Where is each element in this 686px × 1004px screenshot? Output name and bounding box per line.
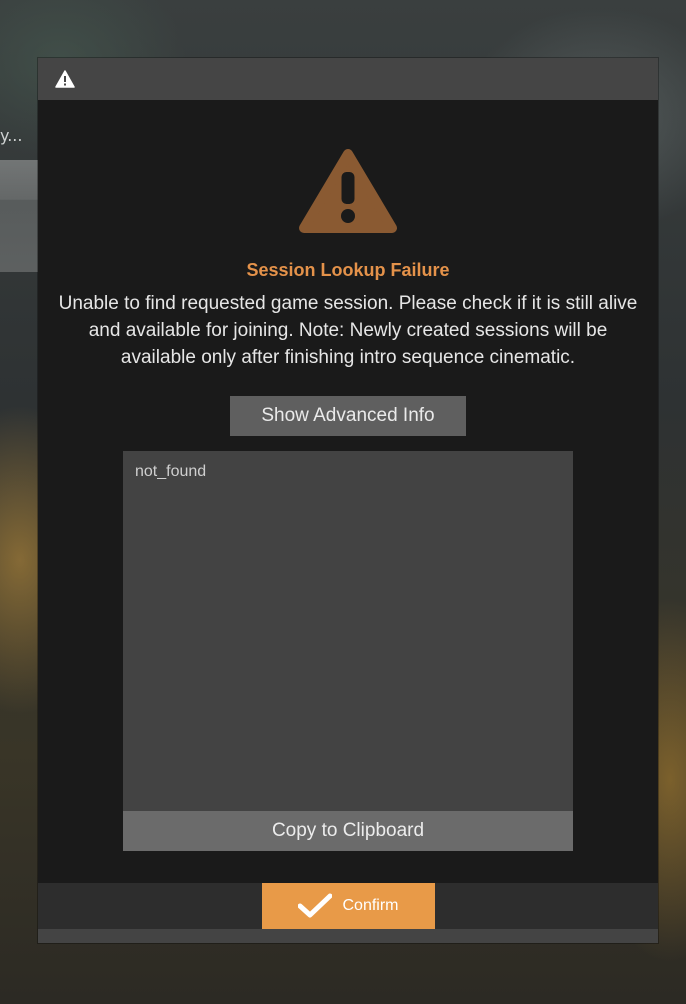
warning-icon <box>299 149 397 233</box>
dialog-bottom-bar <box>38 929 658 943</box>
dialog-titlebar <box>38 58 658 100</box>
dialog-message: Unable to find requested game session. P… <box>58 293 638 368</box>
dialog-heading: Session Lookup Failure <box>246 260 450 280</box>
advanced-info-text: not_found <box>135 463 207 480</box>
show-advanced-info-button[interactable]: Show Advanced Info <box>230 396 466 436</box>
advanced-info-panel: not_found <box>123 451 573 851</box>
confirm-button-label: Confirm <box>342 897 399 914</box>
background-partial-text: y... <box>0 126 23 145</box>
checkmark-icon <box>298 893 333 918</box>
warning-icon <box>55 70 75 88</box>
confirm-button[interactable]: Confirm <box>262 883 435 929</box>
error-dialog: Session Lookup Failure Unable to find re… <box>38 58 658 943</box>
copy-to-clipboard-button[interactable]: Copy to Clipboard <box>123 811 573 851</box>
background-panel <box>0 160 40 272</box>
